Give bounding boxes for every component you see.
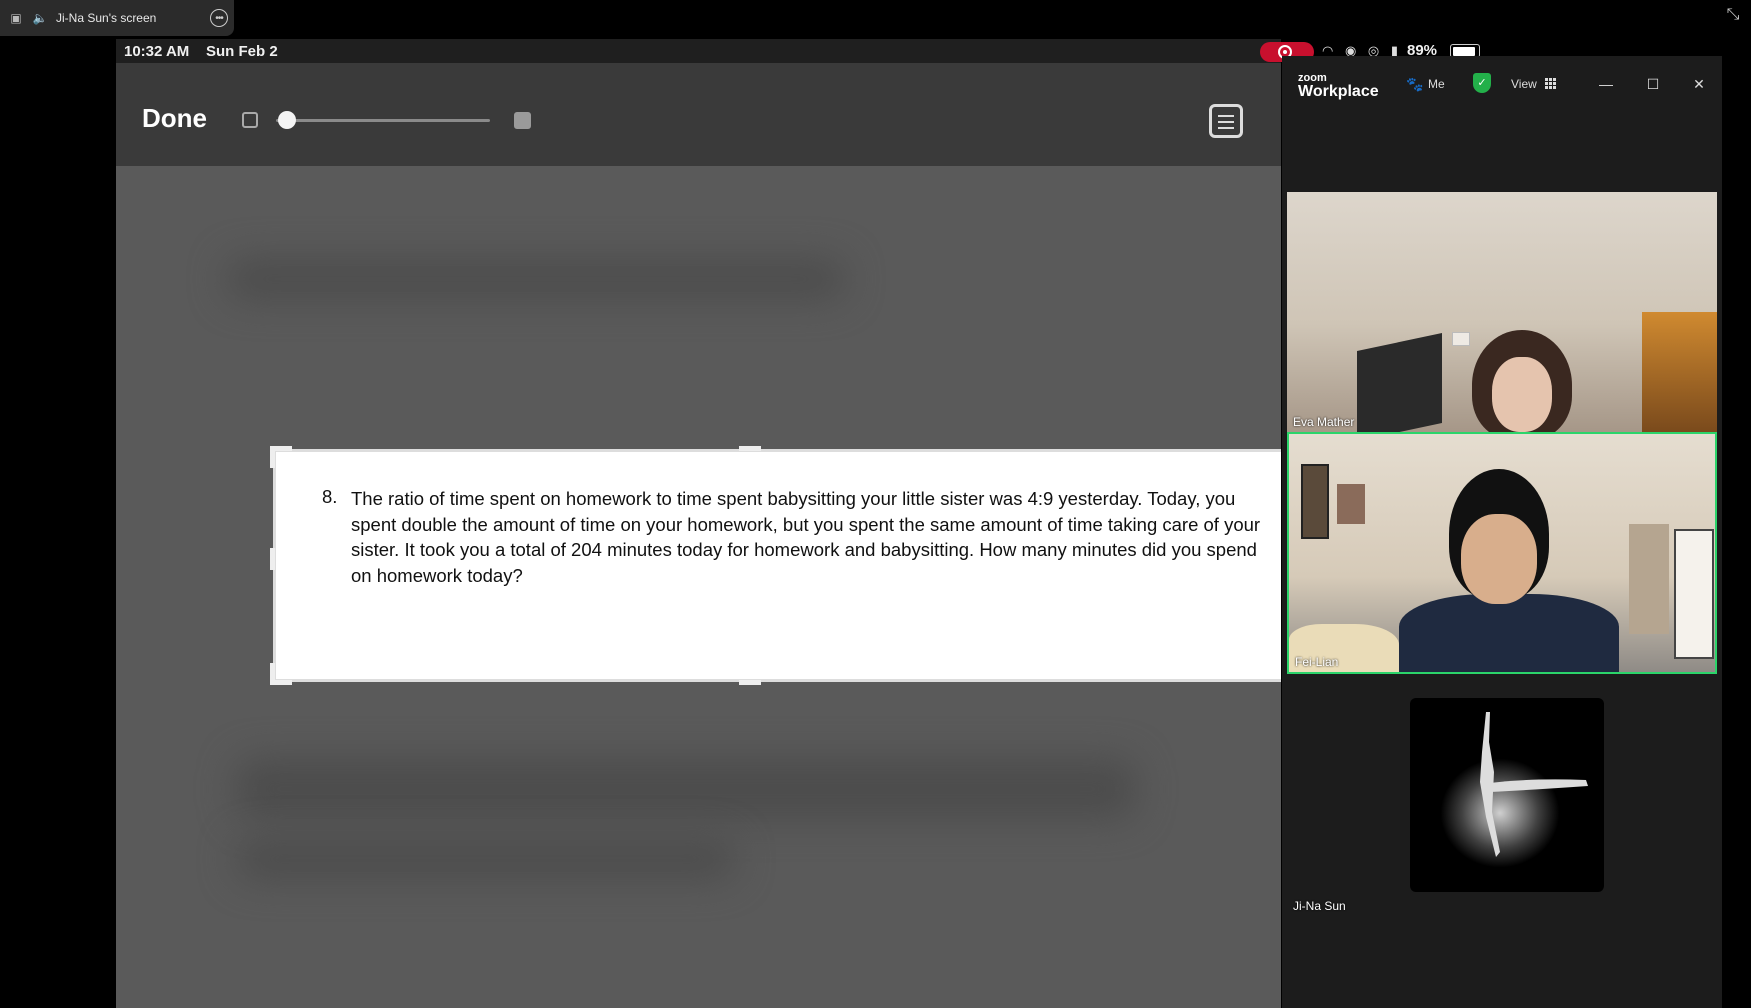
- wall-picture: [1301, 464, 1329, 539]
- wall-picture: [1337, 484, 1365, 524]
- screen-root: ▣ 🔈 Ji-Na Sun's screen ••• ⤡ 10:32 AM Su…: [0, 0, 1751, 1008]
- square-button[interactable]: [514, 112, 531, 129]
- background-plant: [1642, 312, 1717, 432]
- close-icon[interactable]: ✕: [1687, 72, 1711, 96]
- participant-tile[interactable]: Eva Mather: [1287, 192, 1717, 432]
- blurred-content: [236, 839, 736, 879]
- participant-face: [1492, 357, 1552, 432]
- screen-share-title: Ji-Na Sun's screen: [56, 11, 157, 25]
- profile-picture: [1410, 698, 1604, 892]
- me-button[interactable]: Me: [1428, 77, 1445, 91]
- size-slider-knob[interactable]: [278, 111, 296, 129]
- crop-handle-left[interactable]: [270, 548, 275, 570]
- screen-share-bar[interactable]: ▣ 🔈 Ji-Na Sun's screen •••: [0, 0, 234, 36]
- participant-body: [1399, 594, 1619, 672]
- crop-handle-top[interactable]: [739, 446, 761, 451]
- size-slider-track[interactable]: [276, 119, 490, 122]
- minimize-icon[interactable]: —: [1594, 72, 1618, 96]
- view-button[interactable]: View: [1511, 77, 1537, 91]
- paw-icon[interactable]: 🐾: [1406, 76, 1424, 94]
- scan-text-icon[interactable]: [1209, 104, 1243, 138]
- crop-selection[interactable]: 8. The ratio of time spent on homework t…: [270, 446, 1281, 685]
- dancer-leg: [1490, 779, 1588, 792]
- participant-name: Eva Mather: [1293, 415, 1355, 429]
- background-vent: [1452, 332, 1470, 346]
- shield-check-icon[interactable]: ✓: [1473, 73, 1491, 93]
- zoom-logo-workplace: Workplace: [1298, 83, 1379, 100]
- done-button[interactable]: Done: [142, 103, 207, 134]
- question-text: The ratio of time spent on homework to t…: [351, 488, 1261, 586]
- ipad-status-bar: 10:32 AM Sun Feb 2: [116, 39, 1281, 63]
- crop-handle-bottom-left[interactable]: [270, 663, 275, 685]
- background-equipment: [1357, 332, 1442, 432]
- status-date: Sun Feb 2: [206, 43, 278, 60]
- maximize-icon[interactable]: ☐: [1641, 72, 1665, 96]
- share-screen-icon: ▣: [10, 11, 22, 25]
- participant-tile[interactable]: Ji-Na Sun: [1287, 674, 1717, 916]
- shared-ipad-screen: 10:32 AM Sun Feb 2 Done 8. The ratio of …: [116, 39, 1281, 1008]
- participant-tile-active[interactable]: Fei-Lian: [1287, 432, 1717, 674]
- blurred-content: [236, 759, 1136, 819]
- collapse-icon[interactable]: ⤡: [1723, 6, 1743, 26]
- more-icon[interactable]: •••: [210, 9, 228, 27]
- participant-name: Ji-Na Sun: [1293, 899, 1346, 913]
- participant-face: [1461, 514, 1537, 604]
- background-shelf: [1629, 524, 1669, 634]
- question-number: 8.: [322, 486, 338, 507]
- zoom-window: zoom Workplace 🐾 Me ✓ View — ☐ ✕ Eva Mat…: [1282, 56, 1722, 1008]
- participant-name: Fei-Lian: [1295, 655, 1339, 669]
- crop-checkbox[interactable]: [242, 112, 258, 128]
- zoom-titlebar: zoom Workplace 🐾 Me ✓ View — ☐ ✕: [1282, 56, 1722, 106]
- background-door: [1674, 529, 1714, 659]
- crop-handle-bottom[interactable]: [739, 680, 761, 685]
- crop-handle-top-left[interactable]: [270, 446, 275, 468]
- crop-toolbar: Done: [116, 63, 1281, 166]
- speaker-icon[interactable]: 🔈: [32, 10, 48, 26]
- status-time: 10:32 AM: [124, 43, 190, 60]
- grid-view-icon[interactable]: [1545, 78, 1556, 89]
- blurred-content: [226, 259, 846, 299]
